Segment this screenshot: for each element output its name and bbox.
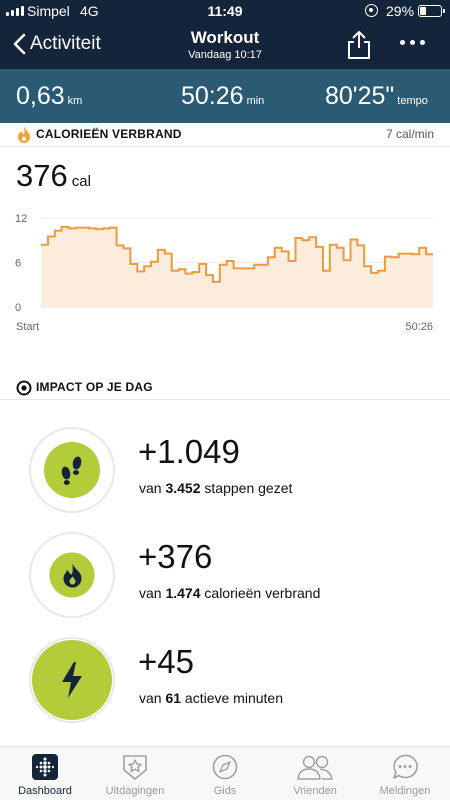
- page-title: Workout: [190, 28, 260, 47]
- tab-guide[interactable]: Gids: [180, 747, 270, 800]
- share-icon: [348, 31, 370, 59]
- impact-suffix: calorieën verbrand: [200, 585, 321, 601]
- battery-icon: [418, 5, 445, 17]
- x-tick-label: Start: [16, 321, 39, 333]
- y-tick-label: 0: [15, 302, 21, 314]
- impact-item-calories: +376 van 1.474 calorieën verbrand: [0, 527, 450, 623]
- impact-value: +376: [138, 538, 213, 575]
- chat-bubble-icon: [390, 753, 420, 781]
- y-tick-label: 6: [15, 258, 21, 270]
- page-subtitle: Vandaag 10:17: [188, 49, 262, 61]
- impact-prefix: van: [139, 480, 166, 496]
- impact-ring: [29, 637, 115, 723]
- tab-challenges[interactable]: Uitdagingen: [90, 747, 180, 800]
- tab-dashboard[interactable]: Dashboard: [0, 747, 90, 800]
- impact-ring: [29, 532, 115, 618]
- tab-label: Vrienden: [293, 785, 337, 797]
- distance-stat: 0,63 km: [16, 82, 82, 111]
- tab-label: Meldingen: [379, 785, 431, 797]
- duration-stat: 50:26 min: [181, 82, 264, 111]
- impact-section-title: IMPACT OP JE DAG: [36, 380, 153, 394]
- impact-total: 1.474: [165, 585, 201, 601]
- pace-stat: 80'25" tempo: [325, 82, 428, 111]
- flame-icon: [18, 126, 30, 143]
- stat-value: 80'25": [325, 82, 395, 110]
- stat-value: 0,63: [16, 82, 65, 110]
- tab-label: Gids: [213, 785, 237, 797]
- battery-percent: 29%: [386, 3, 415, 19]
- impact-description: van 61 actieve minuten: [139, 690, 283, 706]
- calorie-rate: 7 cal/min: [385, 127, 434, 141]
- stat-unit: km: [67, 95, 83, 107]
- impact-value: +45: [138, 643, 194, 680]
- challenges-star-icon: [120, 753, 150, 781]
- dashboard-icon: [30, 753, 60, 781]
- lightning-icon: [32, 640, 112, 720]
- calories-chart: 12 6 0 Start 50:26: [15, 213, 433, 333]
- impact-description: van 1.474 calorieën verbrand: [139, 585, 320, 601]
- bottom-tab-bar: Dashboard Uitdagingen Gids Vrienden Meld…: [0, 746, 450, 800]
- impact-suffix: stappen gezet: [200, 480, 293, 496]
- y-tick-label: 12: [15, 213, 27, 225]
- status-time: 11:49: [207, 3, 243, 19]
- rotation-lock-icon: [365, 4, 378, 17]
- dot-icon: [400, 40, 405, 45]
- footsteps-icon: [44, 442, 100, 498]
- stat-unit: min: [246, 95, 265, 107]
- stat-value: 50:26: [181, 82, 244, 110]
- calories-section-header: CALORIEËN VERBRAND 7 cal/min: [0, 123, 450, 147]
- impact-section-header: IMPACT OP JE DAG: [0, 376, 450, 400]
- dot-icon: [410, 40, 415, 45]
- impact-item-active-minutes: +45 van 61 actieve minuten: [0, 632, 450, 728]
- calories-value: 376: [16, 158, 68, 193]
- impact-value: +1.049: [138, 433, 240, 470]
- chart-area-fill: [41, 226, 433, 307]
- share-button[interactable]: [346, 30, 372, 65]
- tab-notifications[interactable]: Meldingen: [360, 747, 450, 800]
- tab-label: Uitdagingen: [105, 785, 165, 797]
- status-bar: Simpel 4G 11:49 29%: [0, 0, 450, 22]
- x-tick-label: 50:26: [405, 321, 433, 333]
- target-icon: [16, 380, 32, 396]
- impact-suffix: actieve minuten: [181, 690, 283, 706]
- calories-unit: cal: [71, 173, 91, 190]
- dot-icon: [420, 40, 425, 45]
- workout-stats-bar: 0,63 km 50:26 min 80'25" tempo: [0, 69, 450, 123]
- more-options-button[interactable]: [400, 40, 425, 45]
- calories-total: 376 cal: [16, 158, 91, 194]
- top-bar: Simpel 4G 11:49 29% Activiteit Workout V…: [0, 0, 450, 69]
- tab-friends[interactable]: Vrienden: [270, 747, 360, 800]
- impact-total: 3.452: [165, 480, 201, 496]
- impact-prefix: van: [139, 585, 166, 601]
- stat-unit: tempo: [397, 95, 428, 107]
- page-title-block: Workout Vandaag 10:17: [0, 28, 450, 61]
- impact-item-steps: +1.049 van 3.452 stappen gezet: [0, 422, 450, 518]
- flame-icon: [49, 552, 95, 598]
- impact-ring: [29, 427, 115, 513]
- impact-total: 61: [165, 690, 182, 706]
- compass-icon: [210, 753, 240, 781]
- impact-description: van 3.452 stappen gezet: [139, 480, 292, 496]
- impact-prefix: van: [139, 690, 166, 706]
- tab-label: Dashboard: [18, 785, 72, 797]
- friends-icon: [296, 753, 334, 781]
- calories-section-title: CALORIEËN VERBRAND: [36, 127, 182, 141]
